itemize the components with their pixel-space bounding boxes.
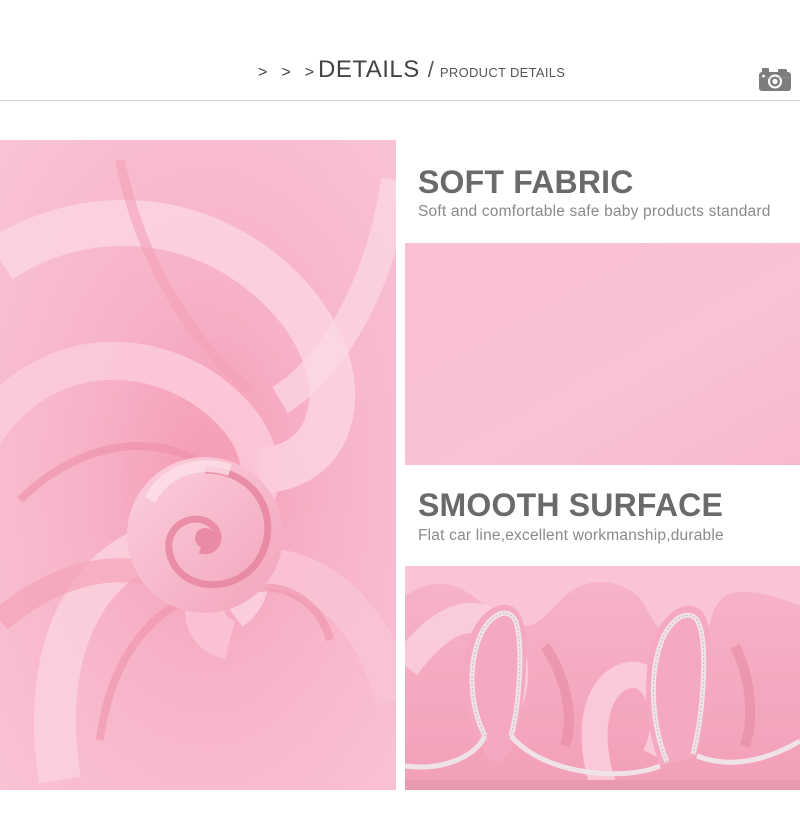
fabric-flat-image xyxy=(405,243,800,465)
chevron-right-icon: > xyxy=(258,64,268,81)
fabric-ruffle-image xyxy=(405,566,800,790)
page-header: > > > DETAILS / PRODUCT DETAILS xyxy=(0,0,800,100)
camera-icon xyxy=(758,66,792,92)
feature-description-soft-fabric: Soft and comfortable safe baby products … xyxy=(418,203,771,220)
chevron-right-icon: > xyxy=(281,64,291,81)
chevron-right-icon: > xyxy=(304,64,315,81)
section-title: DETAILS xyxy=(318,56,420,83)
header-divider xyxy=(0,100,800,101)
fabric-swirl-image xyxy=(0,140,396,790)
feature-title-soft-fabric: SOFT FABRIC xyxy=(418,164,634,200)
section-subtitle: PRODUCT DETAILS xyxy=(439,65,566,80)
feature-description-smooth-surface: Flat car line,excellent workmanship,dura… xyxy=(418,527,724,544)
feature-title-smooth-surface: SMOOTH SURFACE xyxy=(418,487,724,523)
title-separator: / xyxy=(427,57,434,82)
breadcrumb: > > > DETAILS / PRODUCT DETAILS xyxy=(258,56,565,84)
